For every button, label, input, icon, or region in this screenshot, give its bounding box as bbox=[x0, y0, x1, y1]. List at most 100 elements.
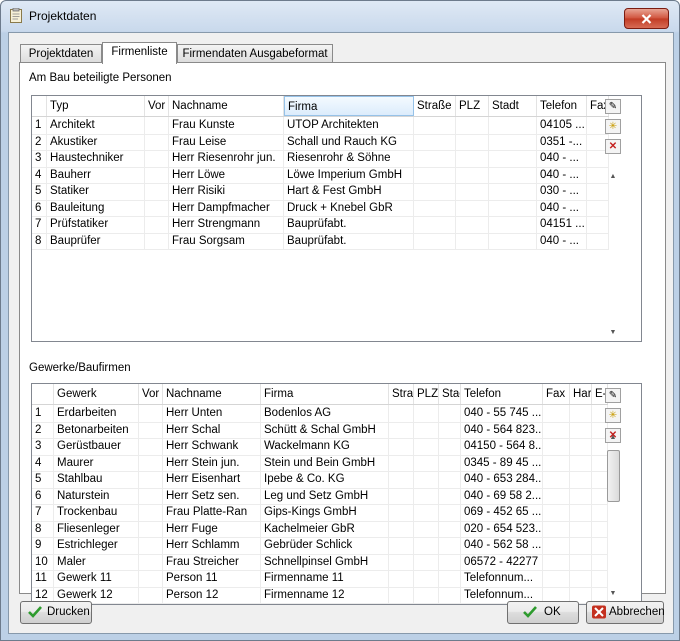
table-cell: Betonarbeiten bbox=[54, 421, 139, 438]
table-row[interactable]: 6 Bauleitung Herr Dampfmacher Druck + Knebe… bbox=[32, 199, 609, 217]
table-row[interactable]: 5 Stahlbau Herr Eisenhart Ipebe & Co. KG 040… bbox=[32, 471, 608, 489]
column-header[interactable] bbox=[32, 96, 47, 116]
clipboard-icon bbox=[10, 8, 22, 23]
column-header[interactable]: Telefon bbox=[537, 96, 587, 116]
table-row[interactable]: 7 Trockenbau Frau Platte-Ran Gips-Kings Gmb… bbox=[32, 504, 608, 522]
print-button[interactable]: Drucken bbox=[20, 601, 92, 624]
new-entry-icon[interactable]: ✳ bbox=[605, 408, 621, 423]
persons-grid[interactable]: Typ Vor Nachname Firma Straße PLZ Stadt Telefon… bbox=[31, 95, 642, 342]
column-header[interactable]: Stra bbox=[389, 384, 414, 404]
column-header[interactable]: Stadt bbox=[489, 96, 537, 116]
table-cell: 040 - ... bbox=[537, 166, 587, 183]
table-cell bbox=[439, 537, 461, 554]
new-entry-icon[interactable]: ✳ bbox=[605, 119, 621, 134]
table-cell bbox=[439, 438, 461, 455]
table-cell: Löwe Imperium GmbH bbox=[284, 166, 414, 183]
table-row[interactable]: 5 Statiker Herr Risiki Hart & Fest GmbH 030 … bbox=[32, 183, 609, 201]
column-header[interactable]: PLZ bbox=[456, 96, 489, 116]
tab-projektdaten[interactable]: Projektdaten bbox=[20, 44, 102, 63]
table-row[interactable]: 8 Fliesenleger Herr Fuge Kachelmeier GbR 020… bbox=[32, 520, 608, 538]
table-cell: Schütt & Schal GmbH bbox=[261, 421, 389, 438]
edit-entry-icon[interactable]: ✎ bbox=[605, 99, 621, 114]
column-header[interactable]: Gewerk bbox=[54, 384, 139, 404]
table-row[interactable]: 8 Bauprüfer Frau Sorgsam Bauprüfabt. 040 - .… bbox=[32, 232, 609, 250]
row-number: 3 bbox=[32, 150, 47, 167]
table-cell bbox=[414, 405, 439, 422]
persons-scrollbar[interactable]: ▲ ▼ bbox=[605, 173, 621, 341]
row-number: 1 bbox=[32, 405, 54, 422]
table-cell: Riesenrohr & Söhne bbox=[284, 150, 414, 167]
column-header[interactable]: Nachname bbox=[163, 384, 261, 404]
column-header[interactable]: Stac bbox=[439, 384, 461, 404]
scroll-up-arrow-icon[interactable]: ▲ bbox=[605, 173, 621, 185]
table-cell bbox=[139, 586, 163, 603]
table-row[interactable]: 10 Maler Frau Streicher Schnellpinsel GmbH 0… bbox=[32, 553, 608, 571]
column-header[interactable]: Vor bbox=[145, 96, 169, 116]
table-cell bbox=[456, 216, 489, 233]
column-header[interactable]: Firma bbox=[261, 384, 389, 404]
window-close-button[interactable] bbox=[624, 8, 669, 29]
table-row[interactable]: 7 Prüfstatiker Herr Strengmann Bauprüfabt. 0… bbox=[32, 216, 609, 234]
table-cell bbox=[456, 199, 489, 216]
row-number: 4 bbox=[32, 454, 54, 471]
table-cell: Prüfstatiker bbox=[47, 216, 145, 233]
table-cell: Herr Löwe bbox=[169, 166, 284, 183]
companies-scrollbar[interactable]: ▲ ▼ bbox=[605, 434, 621, 602]
table-cell bbox=[570, 405, 592, 422]
table-cell bbox=[489, 199, 537, 216]
cancel-button[interactable]: Abbrechen bbox=[586, 601, 665, 624]
tab-firmenliste[interactable]: Firmenliste bbox=[102, 42, 177, 64]
section-label-persons: Am Bau beteiligte Personen bbox=[29, 72, 172, 84]
table-cell bbox=[145, 199, 169, 216]
ok-button[interactable]: OK bbox=[507, 601, 579, 624]
table-cell: Herr Riesenrohr jun. bbox=[169, 150, 284, 167]
scroll-thumb[interactable] bbox=[607, 450, 620, 502]
row-number: 8 bbox=[32, 520, 54, 537]
delete-entry-icon[interactable]: ✕ bbox=[605, 139, 621, 154]
table-row[interactable]: 9 Estrichleger Herr Schlamm Gebrüder Schlic… bbox=[32, 537, 608, 555]
table-cell: Herr Eisenhart bbox=[163, 471, 261, 488]
table-cell: Schall und Rauch KG bbox=[284, 133, 414, 150]
table-cell bbox=[139, 537, 163, 554]
table-cell: Gerüstbauer bbox=[54, 438, 139, 455]
table-row[interactable]: 2 Akustiker Frau Leise Schall und Rauch KG 0… bbox=[32, 133, 609, 151]
table-row[interactable]: 2 Betonarbeiten Herr Schal Schütt & Schal G… bbox=[32, 421, 608, 439]
column-header[interactable]: Fax bbox=[543, 384, 570, 404]
column-header[interactable]: Straße bbox=[414, 96, 456, 116]
table-row[interactable]: 4 Bauherr Herr Löwe Löwe Imperium GmbH 040 -… bbox=[32, 166, 609, 184]
column-header[interactable]: PLZ bbox=[414, 384, 439, 404]
table-row[interactable]: 6 Naturstein Herr Setz sen. Leg und Setz Gm… bbox=[32, 487, 608, 505]
column-header[interactable]: Har bbox=[570, 384, 592, 404]
table-cell bbox=[389, 586, 414, 603]
table-row[interactable]: 4 Maurer Herr Stein jun. Stein und Bein Gmb… bbox=[32, 454, 608, 472]
table-cell bbox=[414, 117, 456, 134]
table-cell bbox=[489, 183, 537, 200]
scroll-down-arrow-icon[interactable]: ▼ bbox=[605, 329, 621, 341]
edit-entry-icon[interactable]: ✎ bbox=[605, 388, 621, 403]
table-row[interactable]: 1 Architekt Frau Kunste UTOP Architekten 041… bbox=[32, 117, 609, 135]
column-header[interactable]: Telefon bbox=[461, 384, 543, 404]
table-cell bbox=[139, 471, 163, 488]
column-header[interactable]: Nachname bbox=[169, 96, 284, 116]
table-row[interactable]: 11 Gewerk 11 Person 11 Firmenname 11 Telefon… bbox=[32, 570, 608, 588]
table-row[interactable]: 3 Haustechniker Herr Riesenrohr jun. Riesen… bbox=[32, 150, 609, 168]
table-row[interactable]: 3 Gerüstbauer Herr Schwank Wackelmann KG 041… bbox=[32, 438, 608, 456]
table-cell bbox=[439, 586, 461, 603]
table-cell bbox=[439, 471, 461, 488]
table-row[interactable]: 1 Erdarbeiten Herr Unten Bodenlos AG 040 - 5… bbox=[32, 405, 608, 423]
table-cell bbox=[414, 520, 439, 537]
companies-grid[interactable]: GewerkVorNachnameFirmaStraPLZStacTelefon… bbox=[31, 383, 642, 605]
table-cell: 040 - ... bbox=[537, 232, 587, 249]
tab-firmendaten-ausgabeformat[interactable]: Firmendaten Ausgabeformat bbox=[177, 44, 333, 63]
table-cell: Herr Schal bbox=[163, 421, 261, 438]
column-header[interactable] bbox=[32, 384, 54, 404]
table-cell bbox=[439, 454, 461, 471]
column-header[interactable]: Firma bbox=[284, 96, 414, 116]
table-cell: Person 12 bbox=[163, 586, 261, 603]
table-cell bbox=[543, 520, 570, 537]
table-cell bbox=[389, 405, 414, 422]
column-header[interactable]: Typ bbox=[47, 96, 145, 116]
tab-label: Firmendaten Ausgabeformat bbox=[182, 48, 328, 60]
column-header[interactable]: Vor bbox=[139, 384, 163, 404]
scroll-up-arrow-icon[interactable]: ▲ bbox=[605, 434, 621, 446]
